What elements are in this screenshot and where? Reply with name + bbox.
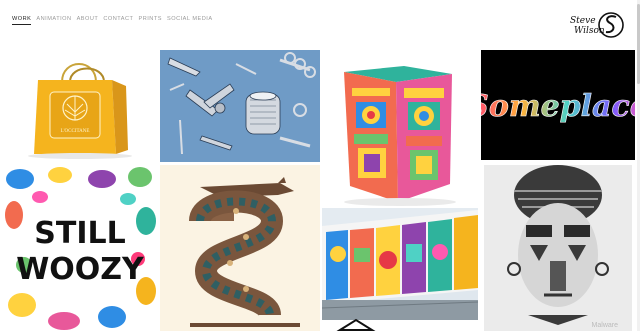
mural-artwork [322, 208, 478, 320]
nav-item-social-media[interactable]: SOCIAL MEDIA [167, 15, 213, 25]
site-logo[interactable]: Steve Wilson [568, 8, 626, 42]
nav-item-animation[interactable]: ANIMATION [36, 15, 71, 25]
tools-artwork [167, 52, 316, 155]
nav-item-work[interactable]: WORK [12, 15, 32, 25]
nav-item-contact[interactable]: CONTACT [103, 15, 133, 25]
project-tile-portrait[interactable] [484, 165, 632, 331]
logo-mark: Steve Wilson [570, 12, 624, 38]
project-tile-partial[interactable] [336, 318, 376, 331]
project-tile-shopping-bag[interactable]: L'OCCITANE [4, 50, 156, 162]
nav-item-prints[interactable]: PRINTS [138, 15, 162, 25]
project-tile-mural[interactable] [322, 208, 478, 320]
main-nav: WORK ANIMATION ABOUT CONTACT PRINTS SOCI… [12, 15, 218, 25]
still-woozy-artwork: STILL WOOZY [5, 167, 156, 330]
still-woozy-line2: WOOZY [16, 252, 145, 287]
nav-item-about[interactable]: ABOUT [77, 15, 99, 25]
crocodile-artwork [189, 177, 300, 327]
patterned-box-artwork [344, 66, 456, 206]
still-woozy-line1: STILL [34, 216, 125, 251]
someplace-artwork: Someplace [481, 89, 635, 125]
shopping-bag-artwork: L'OCCITANE [28, 63, 132, 159]
partial-artwork [336, 318, 376, 331]
project-tile-patterned-box[interactable] [322, 44, 478, 208]
project-tile-still-woozy[interactable]: STILL WOOZY [4, 165, 156, 331]
bag-brand-label: L'OCCITANE [61, 129, 90, 134]
project-tile-someplace[interactable]: Someplace [481, 50, 635, 160]
project-tile-crocodile[interactable] [160, 165, 320, 331]
someplace-title: Someplace [481, 89, 635, 124]
project-tile-tools[interactable] [160, 50, 320, 162]
watermark-text: Malware [591, 322, 618, 329]
portrait-artwork [507, 165, 609, 325]
logo-text-line1: Steve [570, 16, 596, 26]
